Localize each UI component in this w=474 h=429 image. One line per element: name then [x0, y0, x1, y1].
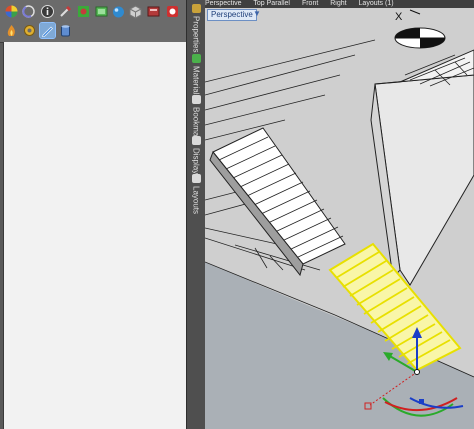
tab-top-parallel[interactable]: Top Parallel [253, 0, 290, 7]
bookmark-icon [191, 95, 201, 104]
viewport-tab-bar: Perspective Top Parallel Front Right Lay… [205, 0, 474, 8]
can-icon[interactable] [58, 23, 73, 38]
tab-properties[interactable]: Properties [188, 2, 204, 52]
materials-icon [191, 54, 201, 63]
tools-icon[interactable] [58, 4, 73, 19]
tab-layouts[interactable]: Layouts [188, 172, 204, 214]
layers-icon[interactable] [94, 4, 109, 19]
tab-label: Layouts [191, 186, 201, 215]
material-ball-icon[interactable] [111, 4, 126, 19]
staircase-back [209, 127, 346, 277]
compass-label: X [395, 11, 403, 23]
tab-right[interactable]: Right [330, 0, 346, 7]
tab-perspective[interactable]: Perspective [205, 0, 242, 7]
properties-icon [191, 4, 201, 13]
moon-icon[interactable] [21, 4, 36, 19]
tab-front[interactable]: Front [302, 0, 318, 7]
tab-label: Display [191, 148, 201, 175]
panel-toolbar [0, 0, 189, 43]
fire-icon[interactable] [4, 23, 19, 38]
sprocket-icon[interactable] [22, 23, 37, 38]
viewport-title-label[interactable]: Perspective [207, 9, 257, 21]
cube-icon[interactable] [128, 4, 143, 19]
compass-disk: X [394, 9, 446, 49]
info-icon[interactable] [40, 4, 55, 19]
3d-scene[interactable]: X [205, 0, 474, 429]
object-icon[interactable] [165, 4, 180, 19]
chevron-down-icon[interactable]: ▼ [253, 9, 261, 19]
render-icon[interactable] [146, 4, 161, 19]
pencil-icon[interactable] [39, 22, 56, 39]
tab-layouts[interactable]: Layouts (1) [359, 0, 394, 7]
tab-label: Properties [191, 16, 201, 53]
color-wheel-icon[interactable] [4, 4, 19, 19]
side-tab-strip: Properties Materials Bookmark Display La… [186, 0, 206, 429]
building [370, 49, 474, 286]
panel-content-area [3, 42, 187, 429]
tab-display[interactable]: Display [188, 134, 204, 174]
layouts-icon [191, 174, 201, 183]
display-icon [191, 136, 201, 145]
viewport-area[interactable]: X Perspective Top Parallel Front Right L… [205, 0, 474, 429]
sun-icon[interactable] [76, 4, 91, 19]
tab-materials[interactable]: Materials [188, 52, 204, 98]
left-panel [0, 0, 189, 429]
